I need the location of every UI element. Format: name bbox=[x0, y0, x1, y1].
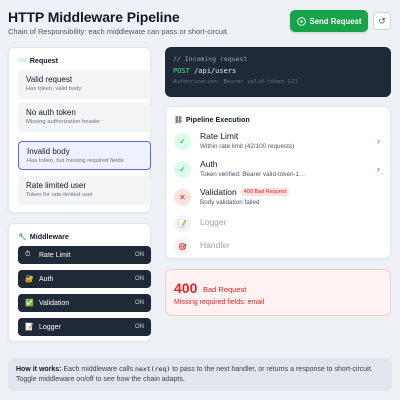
request-option-rate-limited[interactable]: Rate limited user Token for rate-limited… bbox=[18, 176, 151, 205]
middleware-toggle-validation[interactable]: ✅ Validation ON bbox=[18, 294, 151, 312]
incoming-request-block: // Incoming request POST /api/users Auth… bbox=[165, 47, 391, 97]
middleware-toggle-auth[interactable]: 🔐 Auth ON bbox=[18, 270, 151, 288]
check-icon: ✓ bbox=[174, 161, 191, 178]
reset-icon: ↺ bbox=[378, 15, 386, 26]
request-option-invalid-body[interactable]: Invalid body Has token, but missing requ… bbox=[18, 141, 151, 170]
middleware-toggle-rate-limit[interactable]: ⏱ Rate Limit ON bbox=[18, 246, 151, 264]
request-method: POST bbox=[173, 67, 190, 75]
page-subtitle: Chain of Responsibility: each middleware… bbox=[8, 27, 229, 36]
response-panel: 400 Bad Request Missing required fields:… bbox=[165, 269, 391, 316]
chevron-right-icon: › bbox=[377, 136, 380, 146]
how-it-works-note: How it works: Each middleware calls next… bbox=[8, 358, 392, 391]
wrench-icon: 🔧 bbox=[18, 233, 27, 241]
target-icon: 🎯 bbox=[174, 238, 191, 255]
pipeline-step-rate-limit[interactable]: ✓ Rate Limit Within rate limit (42/100 r… bbox=[174, 131, 384, 161]
pipeline-icon: ⛓ bbox=[174, 116, 183, 124]
middleware-panel: 🔧 Middleware ⏱ Rate Limit ON 🔐 Auth ON ✅… bbox=[8, 223, 151, 342]
response-status-code: 400 bbox=[174, 280, 198, 296]
lock-icon: 🔐 bbox=[25, 276, 34, 283]
request-panel-heading: 📨 Request bbox=[18, 56, 59, 65]
pipeline-panel: ⛓ Pipeline Execution ✓ Rate Limit Within… bbox=[165, 106, 391, 259]
pipeline-step-handler: 🎯 Handler bbox=[174, 236, 384, 266]
middleware-toggle-logger[interactable]: 📝 Logger ON bbox=[18, 318, 151, 336]
request-path: /api/users bbox=[194, 67, 237, 75]
send-request-label: Send Request bbox=[309, 16, 362, 26]
reset-button[interactable]: ↺ bbox=[373, 12, 391, 30]
request-panel: 📨 Request Valid request Has token, valid… bbox=[8, 47, 151, 213]
memo-icon: 📝 bbox=[25, 324, 34, 331]
stopwatch-icon: ⏱ bbox=[25, 251, 31, 258]
chevron-right-icon: › bbox=[377, 164, 380, 174]
request-auth-header: Authorization: Bearer valid-token-123 bbox=[173, 79, 298, 85]
code-comment: // Incoming request bbox=[173, 55, 248, 63]
note-lead: How it works: bbox=[16, 366, 62, 373]
status-badge: 400 Bad Request bbox=[240, 188, 290, 196]
x-icon: ✕ bbox=[174, 189, 191, 206]
next-code: next(req) bbox=[135, 365, 171, 373]
pipeline-panel-heading: ⛓ Pipeline Execution bbox=[174, 115, 250, 124]
send-request-button[interactable]: Send Request bbox=[290, 10, 368, 32]
middleware-panel-heading: 🔧 Middleware bbox=[18, 232, 69, 241]
page-title: HTTP Middleware Pipeline bbox=[8, 9, 180, 25]
check-box-icon: ✅ bbox=[25, 300, 34, 307]
request-line: POST /api/users bbox=[173, 67, 383, 75]
pipeline-step-auth[interactable]: ✓ Auth Token verified: Bearer valid-toke… bbox=[174, 159, 384, 189]
inbox-icon: 📨 bbox=[18, 57, 27, 65]
response-status-text: Bad Request bbox=[203, 285, 247, 294]
step-name: Validation bbox=[200, 187, 237, 197]
play-icon bbox=[296, 16, 306, 26]
response-message: Missing required fields: email bbox=[174, 299, 265, 306]
memo-icon: 📝 bbox=[174, 215, 191, 232]
check-icon: ✓ bbox=[174, 133, 191, 150]
request-option-valid[interactable]: Valid request Has token, valid body bbox=[18, 70, 151, 99]
request-option-no-auth[interactable]: No auth token Missing authorization head… bbox=[18, 103, 151, 132]
